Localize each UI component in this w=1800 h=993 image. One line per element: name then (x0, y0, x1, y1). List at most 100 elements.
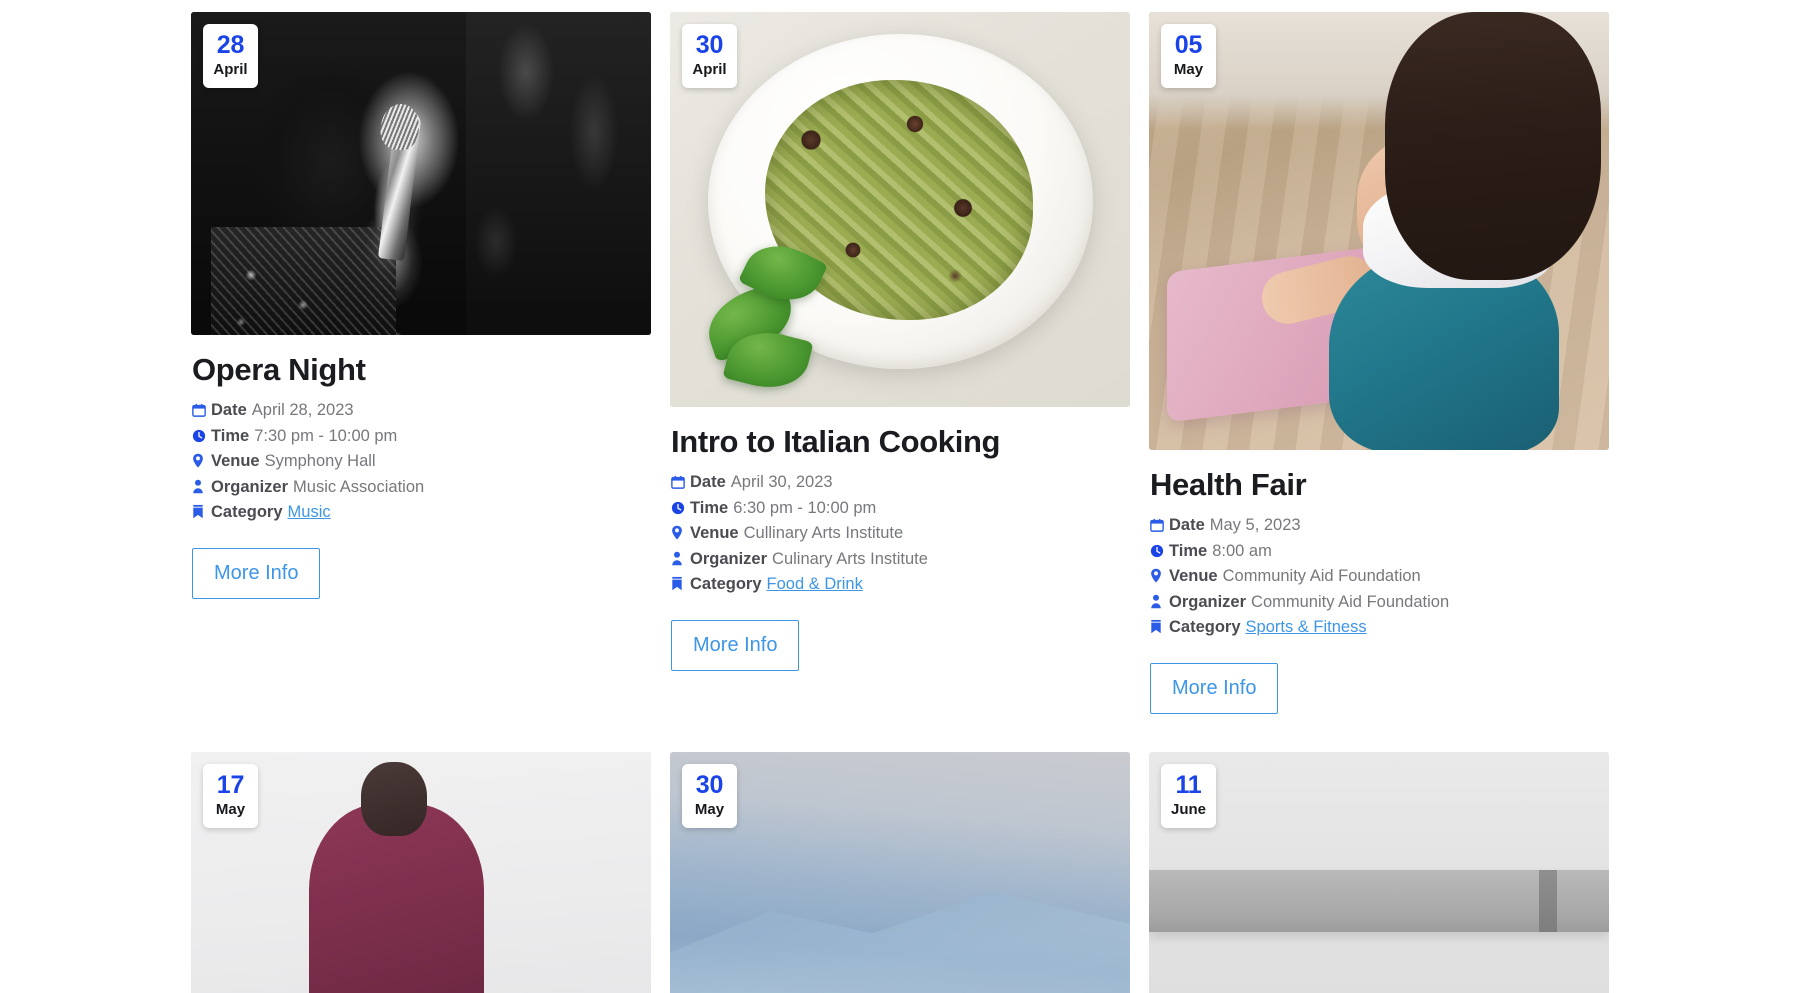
event-meta-organizer: Organizer Culinary Arts Institute (671, 547, 1130, 573)
event-image-intro-to-italian-cooking[interactable]: 30 April (670, 12, 1130, 407)
event-image-may-17[interactable]: 17 May (191, 751, 651, 993)
event-card-may-30[interactable]: 30 May (670, 751, 1130, 993)
shelf-edge (1539, 869, 1557, 932)
event-meta-category: Category Sports & Fitness (1150, 615, 1609, 641)
event-meta-date: Date April 28, 2023 (192, 398, 651, 424)
event-meta-time-label: Time (211, 426, 250, 445)
event-meta-date-value: May 5, 2023 (1209, 516, 1301, 534)
event-meta-list: Date April 28, 2023 Time 7:30 pm - 10:00… (192, 398, 651, 526)
event-meta-category-label: Category (211, 503, 283, 521)
more-info-button[interactable]: More Info (192, 547, 321, 599)
event-image-june-11[interactable]: 11 June (1149, 751, 1609, 993)
event-meta-venue-label: Venue (690, 524, 739, 542)
date-badge-month: April (692, 61, 727, 78)
date-badge: 05 May (1161, 24, 1216, 88)
event-card-opera-night[interactable]: 28 April Opera Night Date April 28, 2023 (191, 12, 651, 599)
event-meta-organizer-value: Culinary Arts Institute (772, 549, 928, 568)
person-icon (192, 479, 211, 494)
event-meta-organizer: Organizer Music Association (192, 475, 651, 501)
event-meta-category: Category Music (192, 500, 651, 526)
event-meta-time-value: 7:30 pm - 10:00 pm (254, 426, 398, 445)
map-pin-icon (192, 453, 211, 468)
event-meta-organizer-label: Organizer (690, 549, 768, 568)
event-meta-date-value: April 30, 2023 (730, 473, 833, 491)
date-badge: 11 June (1161, 763, 1217, 828)
date-badge: 30 May (682, 763, 737, 828)
date-badge-day: 11 (1175, 770, 1202, 799)
date-badge-day: 30 (695, 770, 724, 799)
date-badge-month: April (213, 61, 248, 78)
date-badge: 28 April (203, 24, 258, 88)
more-info-button[interactable]: More Info (671, 619, 800, 671)
event-meta-category-label: Category (1169, 618, 1241, 636)
event-card-grid: 28 April Opera Night Date April 28, 2023 (0, 0, 1800, 993)
person-head (361, 761, 427, 836)
event-meta-time-value: 8:00 am (1212, 541, 1272, 560)
event-meta-date-label: Date (1169, 516, 1205, 534)
event-meta-organizer: Organizer Community Aid Foundation (1150, 590, 1609, 616)
event-meta-time: Time 7:30 pm - 10:00 pm (192, 424, 651, 450)
date-badge-month: June (1171, 800, 1207, 818)
date-badge-month: May (1173, 61, 1204, 78)
event-meta-list: Date April 30, 2023 Time 6:30 pm - 10:00… (671, 470, 1130, 598)
clock-icon (1150, 544, 1169, 558)
person-icon (671, 551, 690, 566)
event-meta-organizer-value: Community Aid Foundation (1251, 592, 1450, 611)
event-category-link[interactable]: Sports & Fitness (1246, 615, 1367, 641)
yoga-photo (1149, 12, 1609, 450)
date-badge: 30 April (682, 24, 737, 88)
event-card-may-17[interactable]: 17 May (191, 751, 651, 993)
event-image-may-30[interactable]: 30 May (670, 751, 1130, 993)
opera-photo (191, 12, 651, 335)
event-category-link[interactable]: Food & Drink (767, 572, 863, 598)
map-pin-icon (1150, 568, 1169, 583)
more-info-button[interactable]: More Info (1150, 662, 1279, 714)
opera-singer-dress (211, 227, 396, 335)
event-meta-category: Category Food & Drink (671, 572, 1130, 598)
person-hair (1385, 12, 1601, 280)
calendar-icon (192, 403, 211, 417)
sky-photo (670, 751, 1130, 993)
map-pin-icon (671, 525, 690, 540)
event-image-opera-night[interactable]: 28 April (191, 12, 651, 335)
event-meta-organizer-label: Organizer (211, 477, 289, 496)
event-meta-time-value: 6:30 pm - 10:00 pm (733, 498, 877, 517)
date-badge: 17 May (203, 763, 258, 828)
event-title: Intro to Italian Cooking (671, 424, 1001, 459)
person-icon (1150, 594, 1169, 609)
clock-icon (192, 429, 211, 443)
event-meta-venue-value: Cullinary Arts Institute (743, 524, 904, 542)
bookmark-icon (192, 504, 211, 519)
basil-garnish (699, 232, 829, 397)
event-card-intro-to-italian-cooking[interactable]: 30 April Intro to Italian Cooking Date A… (670, 12, 1130, 671)
event-card-health-fair[interactable]: 05 May Health Fair Date May 5, 2023 Time… (1149, 12, 1609, 714)
bookmark-icon (671, 576, 690, 591)
event-meta-organizer-label: Organizer (1169, 592, 1247, 611)
pasta-photo (670, 12, 1130, 407)
date-badge-day: 17 (216, 770, 245, 799)
event-meta-venue: Venue Symphony Hall (192, 449, 651, 475)
date-badge-day: 30 (695, 31, 724, 59)
event-meta-category-label: Category (690, 575, 762, 593)
event-meta-venue-label: Venue (1169, 567, 1218, 585)
clock-icon (671, 501, 690, 515)
event-image-health-fair[interactable]: 05 May (1149, 12, 1609, 450)
event-meta-venue: Venue Cullinary Arts Institute (671, 521, 1130, 547)
event-category-link[interactable]: Music (288, 500, 331, 526)
person-photo (191, 751, 651, 993)
event-meta-organizer-value: Music Association (293, 477, 425, 496)
event-meta-list: Date May 5, 2023 Time 8:00 am Venue Comm… (1150, 513, 1609, 641)
date-badge-month: May (215, 800, 246, 818)
date-badge-day: 05 (1174, 31, 1203, 59)
event-meta-time: Time 8:00 am (1150, 539, 1609, 565)
event-meta-venue-value: Community Aid Foundation (1222, 567, 1421, 585)
opera-background-blur (466, 12, 651, 335)
event-card-body: Opera Night Date April 28, 2023 Time 7:3… (191, 335, 651, 599)
calendar-icon (671, 475, 690, 489)
event-meta-date: Date April 30, 2023 (671, 470, 1130, 496)
event-meta-date: Date May 5, 2023 (1150, 513, 1609, 539)
mountain-ridge (670, 891, 1130, 993)
event-meta-date-label: Date (211, 401, 247, 419)
grid-row-separator (191, 714, 1609, 752)
event-card-june-11[interactable]: 11 June (1149, 751, 1609, 993)
